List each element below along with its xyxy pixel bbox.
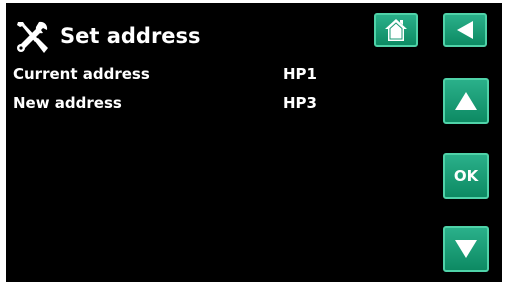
down-arrow-icon: [455, 240, 477, 258]
current-address-row: Current address HP1: [13, 63, 393, 85]
new-address-value[interactable]: HP3: [283, 92, 317, 114]
back-button[interactable]: [443, 13, 487, 47]
down-button[interactable]: [443, 226, 489, 272]
ok-button[interactable]: OK: [443, 153, 489, 199]
home-button[interactable]: [374, 13, 418, 47]
display-screen: Set address Current address HP1 New addr…: [6, 3, 502, 282]
tools-icon: [17, 21, 48, 53]
up-button[interactable]: [443, 78, 489, 124]
current-address-value: HP1: [283, 65, 317, 83]
new-address-row[interactable]: New address HP3: [13, 92, 393, 114]
ok-label: OK: [453, 167, 479, 185]
back-arrow-icon: [457, 21, 473, 39]
up-arrow-icon: [455, 92, 477, 110]
page-title: Set address: [60, 24, 201, 48]
new-address-label: New address: [13, 94, 122, 112]
home-icon: [385, 19, 407, 41]
current-address-label: Current address: [13, 65, 150, 83]
